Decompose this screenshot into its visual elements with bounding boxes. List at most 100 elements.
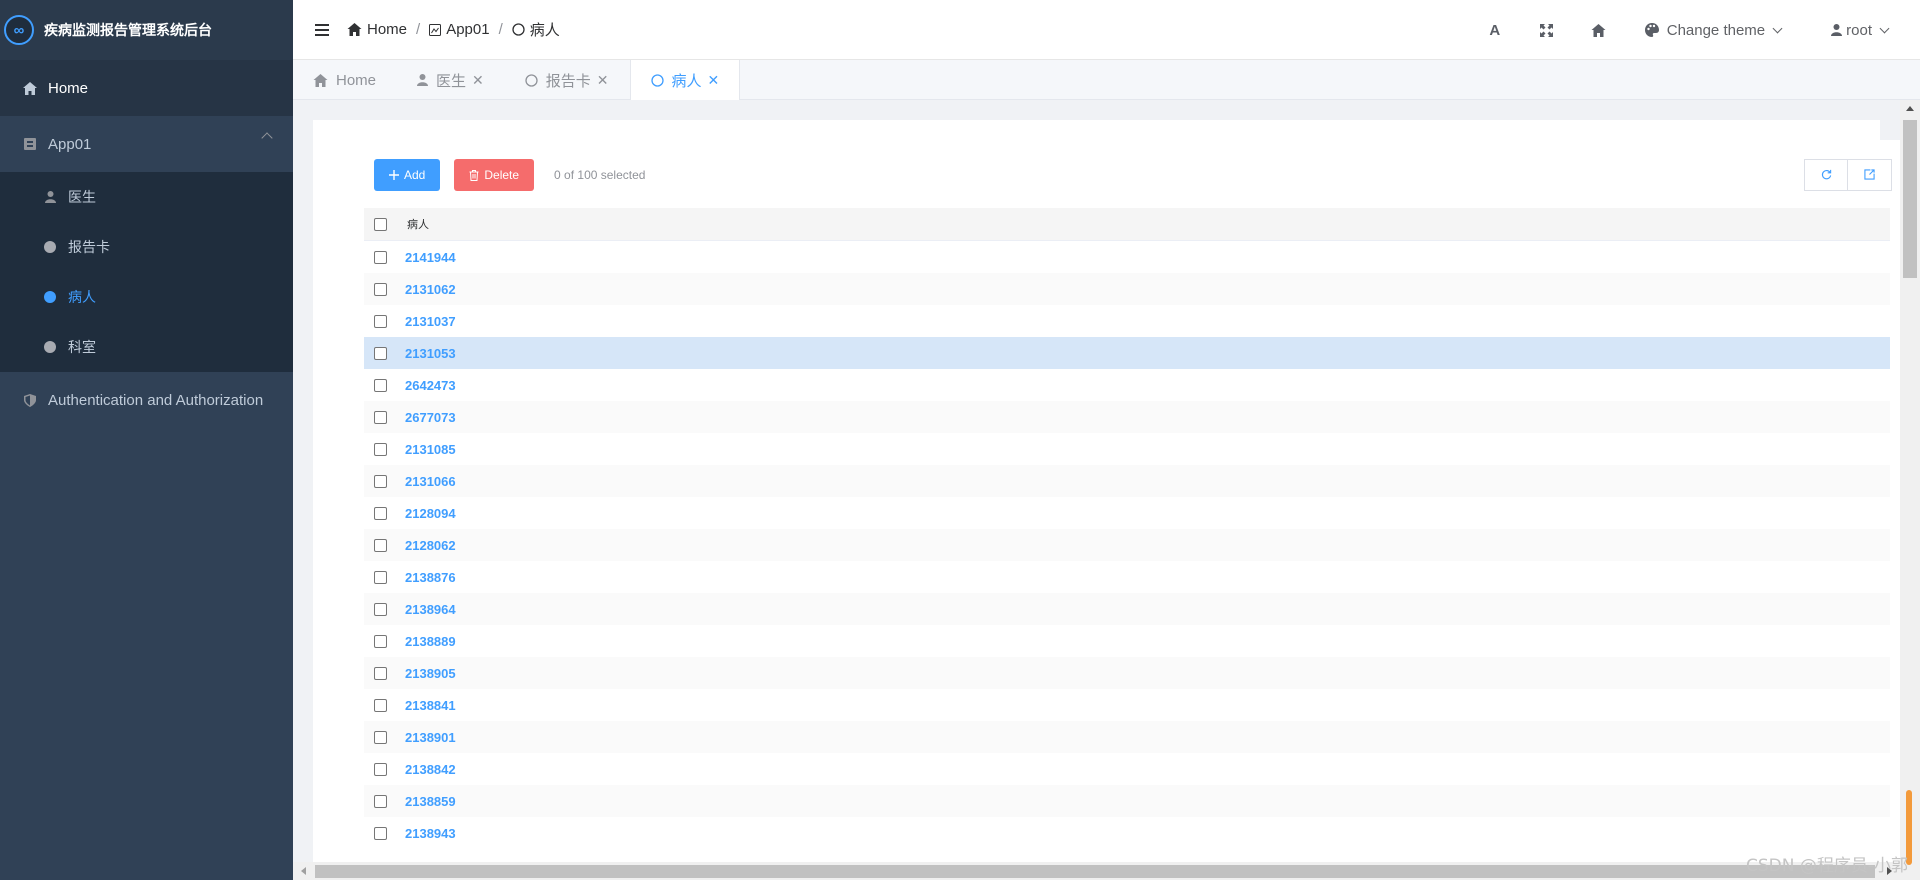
row-checkbox[interactable] [374, 634, 387, 648]
row-checkbox[interactable] [374, 538, 387, 552]
close-icon[interactable]: ✕ [597, 72, 609, 89]
patient-link[interactable]: 2131066 [405, 474, 456, 489]
table-row[interactable]: 2138842 [364, 753, 1890, 785]
home-icon[interactable] [1573, 23, 1625, 37]
row-checkbox[interactable] [374, 602, 387, 616]
patient-link[interactable]: 2138964 [405, 602, 456, 617]
row-checkbox[interactable] [374, 826, 387, 840]
hamburger-menu-icon[interactable] [315, 23, 329, 36]
patient-link[interactable]: 2138889 [405, 634, 456, 649]
patient-link[interactable]: 2131062 [405, 282, 456, 297]
scrollbar-thumb[interactable] [1903, 120, 1917, 278]
vertical-scrollbar[interactable] [1900, 100, 1920, 880]
table-row[interactable]: 2642473 [364, 369, 1890, 401]
table-row[interactable]: 2138889 [364, 625, 1890, 657]
close-icon[interactable]: ✕ [472, 72, 484, 89]
patient-link[interactable]: 2131037 [405, 314, 456, 329]
patient-link[interactable]: 2138876 [405, 570, 456, 585]
sidebar-item-app01[interactable]: App01 [0, 116, 293, 172]
sidebar-item-doctor[interactable]: 医生 [0, 172, 293, 222]
scroll-up-arrow-icon[interactable] [1906, 106, 1914, 111]
change-theme-label: Change theme [1666, 21, 1766, 39]
table-row[interactable]: 2128062 [364, 529, 1890, 561]
row-checkbox[interactable] [374, 762, 387, 776]
table-row[interactable]: 2141944 [364, 241, 1890, 273]
user-name: root [1846, 21, 1872, 39]
patient-link[interactable]: 2677073 [405, 410, 456, 425]
table-row[interactable]: 2138943 [364, 817, 1890, 849]
table-row[interactable]: 2131085 [364, 433, 1890, 465]
change-theme-dropdown[interactable]: Change theme [1644, 21, 1783, 39]
app-logo-area[interactable]: ∞ 疾病监测报告管理系统后台 [0, 0, 293, 60]
patient-link[interactable]: 2138841 [405, 698, 456, 713]
patient-link[interactable]: 2128062 [405, 538, 456, 553]
table-body: 2141944 2131062 2131037 2131053 2642473 26770… [364, 241, 1890, 849]
select-all-checkbox[interactable] [374, 217, 387, 231]
row-checkbox[interactable] [374, 442, 387, 456]
sidebar-item-label: 科室 [68, 339, 96, 355]
horizontal-scrollbar[interactable] [293, 862, 1900, 880]
table-row[interactable]: 2131062 [364, 273, 1890, 305]
sidebar-item-auth[interactable]: Authentication and Authorization [0, 372, 293, 428]
table-row[interactable]: 2138901 [364, 721, 1890, 753]
row-checkbox[interactable] [374, 474, 387, 488]
breadcrumb-home[interactable]: Home [347, 21, 407, 38]
patient-link[interactable]: 2138943 [405, 826, 456, 841]
patient-link[interactable]: 2138842 [405, 762, 456, 777]
tab-patient[interactable]: 病人 ✕ [629, 60, 741, 100]
row-checkbox[interactable] [374, 570, 387, 584]
patient-link[interactable]: 2131085 [405, 442, 456, 457]
sidebar-item-home[interactable]: Home [0, 60, 293, 116]
row-checkbox[interactable] [374, 314, 387, 328]
row-checkbox[interactable] [374, 282, 387, 296]
row-checkbox[interactable] [374, 346, 387, 360]
sidebar-item-patient[interactable]: 病人 [0, 272, 293, 322]
table-row[interactable]: 2677073 [364, 401, 1890, 433]
table-row[interactable]: 2138964 [364, 593, 1890, 625]
table-row[interactable]: 2138859 [364, 785, 1890, 817]
delete-button[interactable]: Delete [454, 159, 535, 191]
sidebar-item-report-card[interactable]: 报告卡 [0, 222, 293, 272]
tab-label: Home [336, 71, 377, 89]
scroll-left-arrow-icon[interactable] [301, 867, 306, 875]
fullscreen-icon[interactable] [1521, 23, 1573, 37]
table-row[interactable]: 2138876 [364, 561, 1890, 593]
export-button[interactable] [1848, 159, 1892, 191]
patient-link[interactable]: 2141944 [405, 250, 456, 265]
user-icon [1831, 24, 1843, 36]
row-checkbox[interactable] [374, 794, 387, 808]
table-row[interactable]: 2138905 [364, 657, 1890, 689]
table-row[interactable]: 2138841 [364, 689, 1890, 721]
patient-link[interactable]: 2138859 [405, 794, 456, 809]
tab-doctor[interactable]: 医生 ✕ [397, 60, 505, 100]
patient-link[interactable]: 2131053 [405, 346, 456, 361]
app-icon [22, 138, 38, 150]
scrollbar-thumb[interactable] [315, 865, 1875, 878]
close-icon[interactable]: ✕ [708, 72, 720, 89]
patient-link[interactable]: 2642473 [405, 378, 456, 393]
row-checkbox[interactable] [374, 378, 387, 392]
add-button[interactable]: Add [374, 159, 441, 191]
row-checkbox[interactable] [374, 698, 387, 712]
table-row[interactable]: 2131037 [364, 305, 1890, 337]
table-row[interactable]: 2131066 [364, 465, 1890, 497]
row-checkbox[interactable] [374, 410, 387, 424]
patient-link[interactable]: 2138905 [405, 666, 456, 681]
table-row[interactable]: 2128094 [364, 497, 1890, 529]
tab-home[interactable]: Home [293, 60, 397, 100]
circle-outline-icon [525, 73, 538, 87]
font-size-icon[interactable]: A [1469, 22, 1521, 39]
patient-link[interactable]: 2128094 [405, 506, 456, 521]
column-header-patient[interactable]: 病人 [407, 216, 429, 232]
row-checkbox[interactable] [374, 250, 387, 264]
table-row[interactable]: 2131053 [364, 337, 1890, 369]
patient-link[interactable]: 2138901 [405, 730, 456, 745]
row-checkbox[interactable] [374, 730, 387, 744]
user-dropdown[interactable]: root [1831, 21, 1890, 39]
sidebar-item-department[interactable]: 科室 [0, 322, 293, 372]
refresh-button[interactable] [1804, 159, 1848, 191]
breadcrumb-app01[interactable]: App01 [429, 21, 490, 38]
tab-report-card[interactable]: 报告卡 ✕ [505, 60, 630, 100]
row-checkbox[interactable] [374, 666, 387, 680]
row-checkbox[interactable] [374, 506, 387, 520]
